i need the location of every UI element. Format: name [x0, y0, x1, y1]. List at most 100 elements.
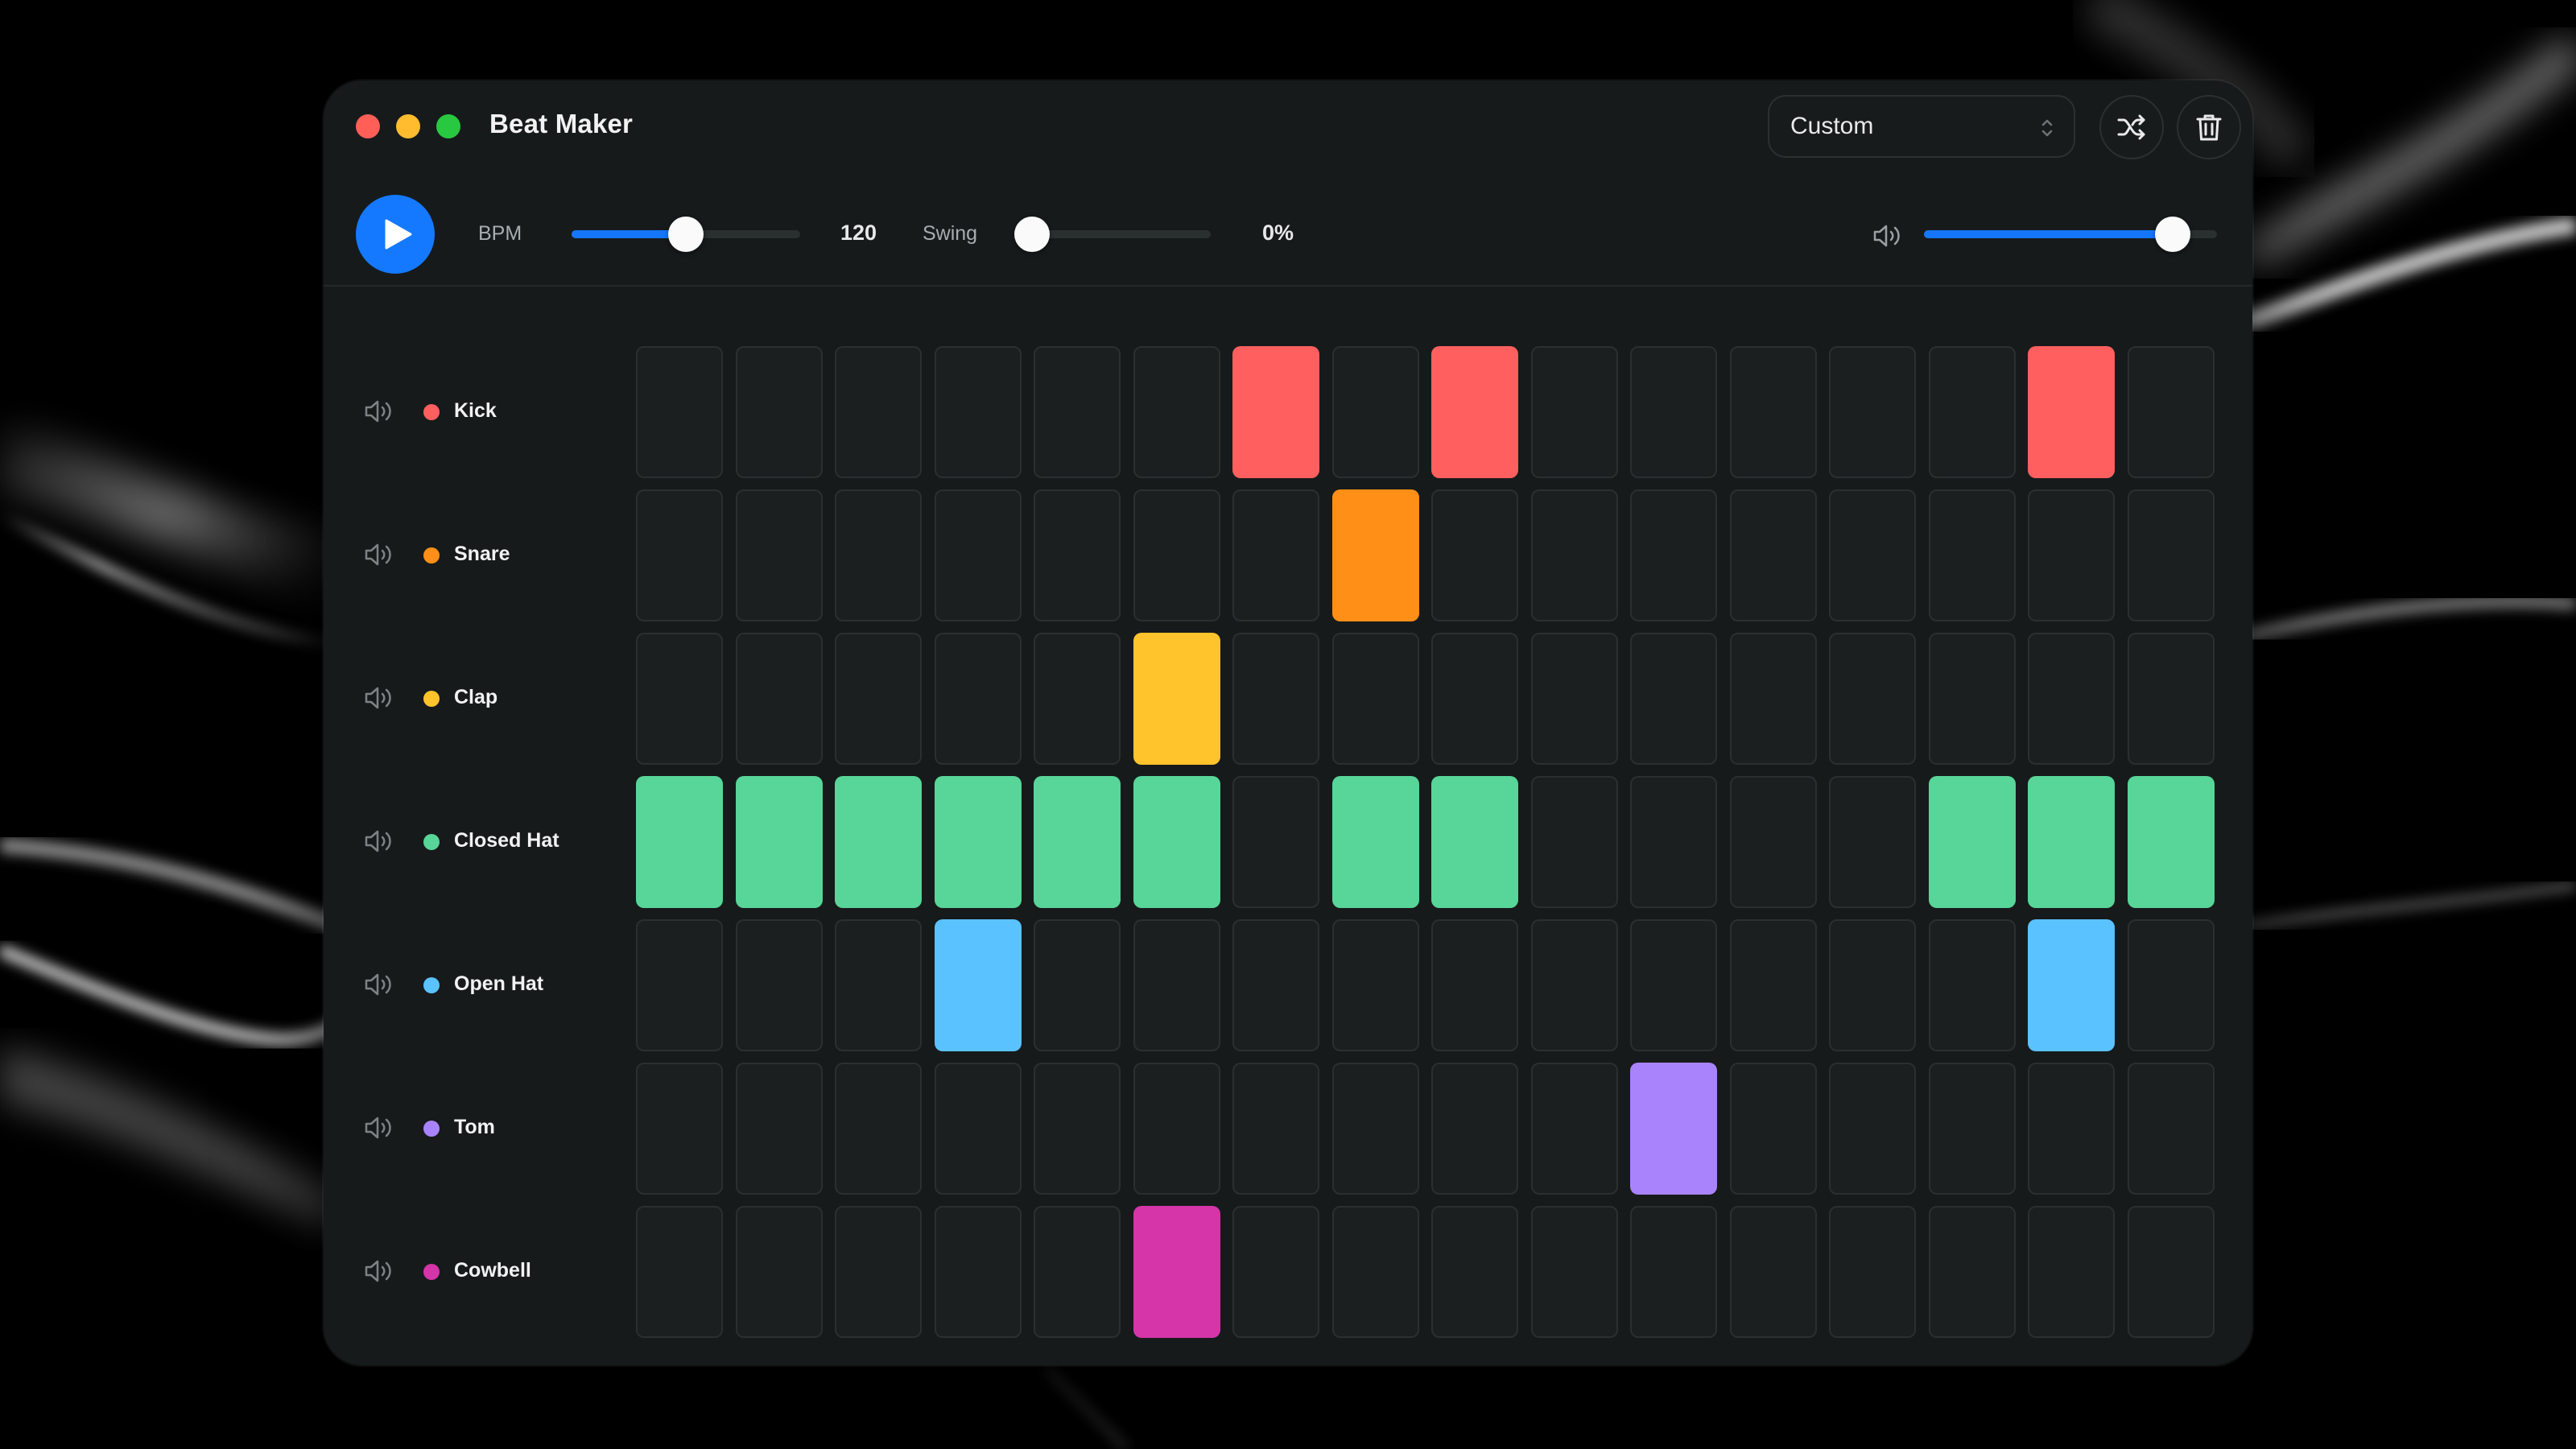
step-cell-tom-1[interactable]: [636, 1063, 723, 1195]
step-cell-clap-16[interactable]: [2127, 633, 2215, 765]
step-cell-clap-10[interactable]: [1530, 633, 1618, 765]
step-cell-clap-8[interactable]: [1331, 633, 1419, 765]
step-cell-cowbell-7[interactable]: [1232, 1206, 1319, 1338]
step-cell-clap-4[interactable]: [934, 633, 1022, 765]
randomize-button[interactable]: [2099, 95, 2164, 159]
mute-open-hat-speaker-icon[interactable]: [364, 971, 394, 998]
step-cell-snare-3[interactable]: [835, 489, 922, 621]
step-cell-tom-6[interactable]: [1133, 1063, 1220, 1195]
step-cell-snare-14[interactable]: [1928, 489, 2016, 621]
step-cell-snare-12[interactable]: [1729, 489, 1817, 621]
step-cell-open-hat-15[interactable]: [2028, 919, 2115, 1051]
step-cell-kick-4[interactable]: [934, 346, 1022, 478]
step-cell-clap-2[interactable]: [735, 633, 823, 765]
step-cell-tom-8[interactable]: [1331, 1063, 1419, 1195]
step-cell-tom-5[interactable]: [1034, 1063, 1121, 1195]
step-cell-clap-13[interactable]: [1829, 633, 1916, 765]
play-button[interactable]: [356, 195, 435, 274]
step-cell-cowbell-13[interactable]: [1829, 1206, 1916, 1338]
mute-clap-speaker-icon[interactable]: [364, 684, 394, 712]
step-cell-kick-7[interactable]: [1232, 346, 1319, 478]
step-cell-cowbell-16[interactable]: [2127, 1206, 2215, 1338]
step-cell-open-hat-13[interactable]: [1829, 919, 1916, 1051]
step-cell-snare-8[interactable]: [1331, 489, 1419, 621]
mute-kick-speaker-icon[interactable]: [364, 398, 394, 425]
step-cell-tom-14[interactable]: [1928, 1063, 2016, 1195]
step-cell-clap-6[interactable]: [1133, 633, 1220, 765]
step-cell-cowbell-9[interactable]: [1431, 1206, 1518, 1338]
step-cell-cowbell-8[interactable]: [1331, 1206, 1419, 1338]
step-cell-tom-3[interactable]: [835, 1063, 922, 1195]
step-cell-kick-6[interactable]: [1133, 346, 1220, 478]
step-cell-clap-15[interactable]: [2028, 633, 2115, 765]
step-cell-kick-3[interactable]: [835, 346, 922, 478]
step-cell-open-hat-5[interactable]: [1034, 919, 1121, 1051]
minimize-window-button[interactable]: [396, 114, 420, 138]
step-cell-open-hat-6[interactable]: [1133, 919, 1220, 1051]
mute-tom-speaker-icon[interactable]: [364, 1114, 394, 1141]
step-cell-closed-hat-8[interactable]: [1331, 776, 1419, 908]
step-cell-closed-hat-7[interactable]: [1232, 776, 1319, 908]
mute-closed-hat-speaker-icon[interactable]: [364, 828, 394, 855]
step-cell-cowbell-4[interactable]: [934, 1206, 1022, 1338]
step-cell-kick-1[interactable]: [636, 346, 723, 478]
step-cell-open-hat-9[interactable]: [1431, 919, 1518, 1051]
step-cell-closed-hat-16[interactable]: [2127, 776, 2215, 908]
step-cell-closed-hat-1[interactable]: [636, 776, 723, 908]
step-cell-kick-14[interactable]: [1928, 346, 2016, 478]
step-cell-cowbell-15[interactable]: [2028, 1206, 2115, 1338]
step-cell-cowbell-3[interactable]: [835, 1206, 922, 1338]
step-cell-cowbell-12[interactable]: [1729, 1206, 1817, 1338]
maximize-window-button[interactable]: [436, 114, 460, 138]
step-cell-snare-6[interactable]: [1133, 489, 1220, 621]
step-cell-snare-9[interactable]: [1431, 489, 1518, 621]
step-cell-tom-10[interactable]: [1530, 1063, 1618, 1195]
step-cell-open-hat-11[interactable]: [1630, 919, 1717, 1051]
step-cell-open-hat-14[interactable]: [1928, 919, 2016, 1051]
step-cell-tom-11[interactable]: [1630, 1063, 1717, 1195]
step-cell-cowbell-2[interactable]: [735, 1206, 823, 1338]
step-cell-tom-7[interactable]: [1232, 1063, 1319, 1195]
step-cell-kick-10[interactable]: [1530, 346, 1618, 478]
step-cell-closed-hat-11[interactable]: [1630, 776, 1717, 908]
bpm-slider-thumb[interactable]: [668, 217, 704, 252]
step-cell-clap-3[interactable]: [835, 633, 922, 765]
step-cell-closed-hat-9[interactable]: [1431, 776, 1518, 908]
step-cell-open-hat-8[interactable]: [1331, 919, 1419, 1051]
step-cell-open-hat-3[interactable]: [835, 919, 922, 1051]
step-cell-open-hat-16[interactable]: [2127, 919, 2215, 1051]
step-cell-kick-8[interactable]: [1331, 346, 1419, 478]
step-cell-clap-9[interactable]: [1431, 633, 1518, 765]
step-cell-tom-9[interactable]: [1431, 1063, 1518, 1195]
step-cell-open-hat-2[interactable]: [735, 919, 823, 1051]
step-cell-closed-hat-6[interactable]: [1133, 776, 1220, 908]
master-volume-thumb[interactable]: [2155, 217, 2191, 252]
step-cell-closed-hat-12[interactable]: [1729, 776, 1817, 908]
mute-cowbell-speaker-icon[interactable]: [364, 1257, 394, 1285]
step-cell-cowbell-6[interactable]: [1133, 1206, 1220, 1338]
step-cell-closed-hat-15[interactable]: [2028, 776, 2115, 908]
step-cell-snare-4[interactable]: [934, 489, 1022, 621]
bpm-slider[interactable]: [572, 217, 800, 252]
step-cell-open-hat-12[interactable]: [1729, 919, 1817, 1051]
master-volume-slider[interactable]: [1924, 217, 2217, 252]
swing-slider[interactable]: [1014, 217, 1211, 252]
step-cell-snare-2[interactable]: [735, 489, 823, 621]
step-cell-kick-2[interactable]: [735, 346, 823, 478]
step-cell-tom-15[interactable]: [2028, 1063, 2115, 1195]
preset-select[interactable]: Custom: [1768, 95, 2075, 158]
step-cell-snare-11[interactable]: [1630, 489, 1717, 621]
step-cell-tom-2[interactable]: [735, 1063, 823, 1195]
step-cell-kick-15[interactable]: [2028, 346, 2115, 478]
step-cell-tom-16[interactable]: [2127, 1063, 2215, 1195]
step-cell-kick-11[interactable]: [1630, 346, 1717, 478]
step-cell-kick-5[interactable]: [1034, 346, 1121, 478]
step-cell-closed-hat-10[interactable]: [1530, 776, 1618, 908]
step-cell-closed-hat-13[interactable]: [1829, 776, 1916, 908]
step-cell-clap-11[interactable]: [1630, 633, 1717, 765]
step-cell-open-hat-4[interactable]: [934, 919, 1022, 1051]
step-cell-snare-13[interactable]: [1829, 489, 1916, 621]
step-cell-open-hat-7[interactable]: [1232, 919, 1319, 1051]
step-cell-clap-12[interactable]: [1729, 633, 1817, 765]
step-cell-snare-1[interactable]: [636, 489, 723, 621]
